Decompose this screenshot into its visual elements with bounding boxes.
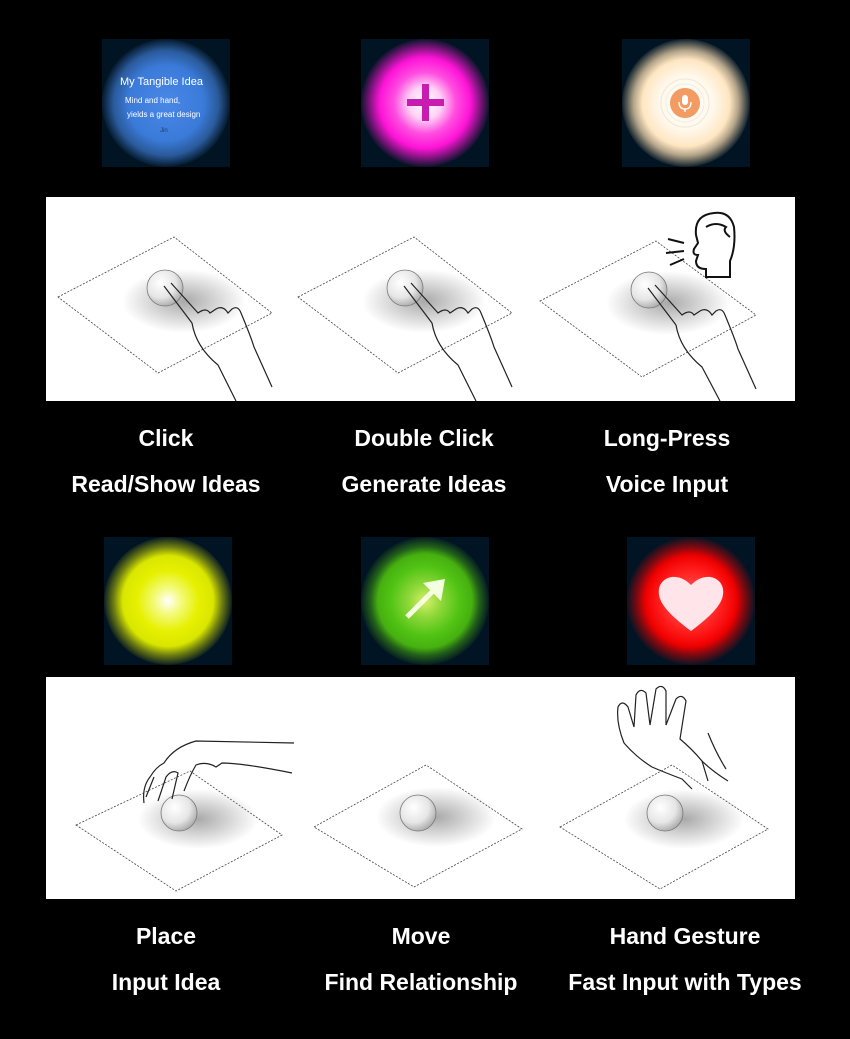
tile-read-ideas: My Tangible Idea Mind and hand, yields a… bbox=[102, 39, 230, 167]
label-read-show-ideas: Read/Show Ideas bbox=[71, 471, 261, 497]
idea-card-line1: Mind and hand, bbox=[125, 96, 181, 105]
label-generate-ideas: Generate Ideas bbox=[341, 471, 507, 497]
heart-icon bbox=[658, 576, 724, 631]
tile-generate-ideas bbox=[361, 39, 489, 167]
label-input-idea: Input Idea bbox=[111, 969, 221, 995]
label-double-click: Double Click bbox=[354, 425, 494, 451]
scene-hand-gesture bbox=[559, 685, 769, 890]
touch-scene-double-click bbox=[297, 236, 513, 401]
touch-scene-long-press bbox=[539, 211, 757, 401]
label-place: Place bbox=[135, 923, 197, 949]
idea-card-author: Jin bbox=[160, 128, 168, 134]
idea-card-title: My Tangible Idea bbox=[120, 76, 203, 88]
label-long-press: Long-Press bbox=[603, 425, 731, 451]
placement-illustration bbox=[75, 685, 769, 892]
label-voice-input: Voice Input bbox=[605, 471, 729, 497]
touch-interaction-panel bbox=[46, 197, 795, 401]
label-find-relationship: Find Relationship bbox=[324, 969, 518, 995]
label-click: Click bbox=[138, 425, 194, 451]
scene-place bbox=[75, 740, 295, 892]
label-move: Move bbox=[391, 923, 451, 949]
placement-interaction-panel bbox=[46, 677, 795, 899]
scene-move bbox=[313, 764, 523, 888]
tile-input-idea bbox=[104, 537, 232, 665]
plus-icon bbox=[407, 84, 444, 121]
arrow-icon bbox=[405, 579, 445, 619]
idea-card-line2: yields a great design bbox=[127, 110, 201, 119]
microphone-icon bbox=[660, 78, 710, 128]
label-fast-input-with-types: Fast Input with Types bbox=[568, 969, 802, 995]
touch-illustration bbox=[57, 211, 757, 401]
speaking-head-icon bbox=[665, 211, 736, 278]
tile-fast-input-types bbox=[627, 537, 755, 665]
touch-scene-click bbox=[57, 236, 273, 401]
tile-voice-input bbox=[622, 39, 750, 167]
label-hand-gesture: Hand Gesture bbox=[609, 923, 761, 949]
tile-find-relationship bbox=[361, 537, 489, 665]
yellow-glow bbox=[104, 537, 232, 665]
